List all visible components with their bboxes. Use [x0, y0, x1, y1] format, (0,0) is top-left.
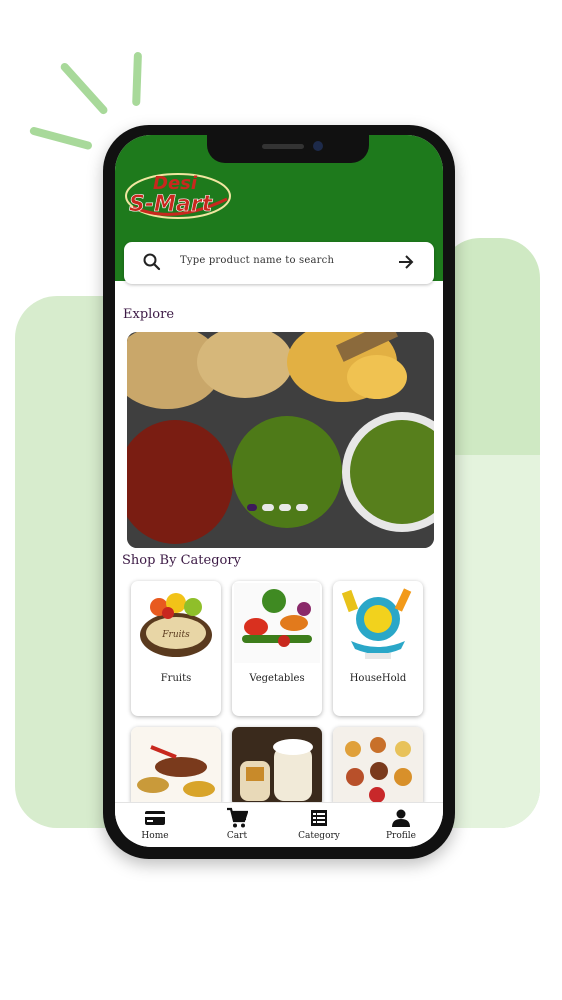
explore-heading: Explore: [123, 307, 175, 322]
person-icon: [392, 809, 410, 827]
nav-home[interactable]: Home: [125, 807, 185, 841]
credit-card-icon: [145, 811, 165, 825]
category-tile-spices[interactable]: [131, 727, 221, 807]
search-icon: [143, 253, 161, 271]
carousel-dot[interactable]: [262, 504, 274, 511]
nav-label-home: Home: [141, 831, 169, 841]
fruit-basket-image: Fruits: [140, 593, 212, 657]
decorative-ray: [59, 61, 110, 116]
app-screen: Desi S-Mart Type product name to search …: [115, 135, 443, 847]
explore-banner-carousel[interactable]: [127, 332, 434, 548]
nav-label-category: Category: [298, 831, 340, 841]
carousel-dot-active[interactable]: [247, 504, 257, 511]
category-tile-vegetables[interactable]: Vegetables: [232, 581, 322, 716]
nav-label-profile: Profile: [386, 831, 416, 841]
category-tile-pickles[interactable]: [232, 727, 322, 807]
logo-text-line2: S-Mart: [129, 192, 214, 217]
speaker-grille: [262, 144, 304, 149]
household-cleaning-image: [341, 588, 412, 659]
spices-image: [131, 727, 221, 807]
phone-notch: [207, 135, 369, 163]
category-label: Fruits: [160, 673, 192, 684]
category-tile-fruits[interactable]: Fruits Fruits: [131, 581, 221, 716]
arrow-right-icon[interactable]: [396, 252, 416, 272]
phone-frame: Desi S-Mart Type product name to search …: [103, 125, 455, 859]
nav-cart[interactable]: Cart: [207, 807, 267, 841]
category-label: Vegetables: [249, 673, 305, 684]
nav-label-cart: Cart: [226, 831, 248, 841]
list-icon: [311, 810, 327, 826]
lentils-beans-image: [127, 332, 434, 548]
search-bar[interactable]: Type product name to search: [124, 242, 434, 284]
vegetables-image: [234, 583, 320, 663]
search-input[interactable]: Type product name to search: [180, 255, 334, 266]
bottom-navigation: Home Cart Category Profile: [115, 802, 443, 847]
category-label: HouseHold: [349, 673, 407, 684]
cart-icon: [227, 807, 248, 828]
nav-category[interactable]: Category: [289, 807, 349, 841]
shop-by-category-heading: Shop By Category: [122, 553, 241, 568]
logo-text-line1: Desi: [153, 173, 198, 194]
background-panel-right-lower: [440, 455, 540, 828]
carousel-dot[interactable]: [296, 504, 308, 511]
nav-profile[interactable]: Profile: [371, 807, 431, 841]
carousel-dot[interactable]: [279, 504, 291, 511]
carousel-indicators: [247, 504, 308, 511]
decorative-ray: [132, 51, 142, 107]
svg-text:Fruits: Fruits: [161, 630, 190, 640]
camera-icon: [313, 141, 323, 151]
brand-logo[interactable]: Desi S-Mart: [123, 163, 239, 227]
category-tile-sweets[interactable]: [333, 727, 423, 807]
pickles-jars-image: [232, 727, 322, 807]
sweets-bowls-image: [333, 727, 423, 807]
category-tile-household[interactable]: HouseHold: [333, 581, 423, 716]
decorative-ray: [28, 126, 93, 151]
